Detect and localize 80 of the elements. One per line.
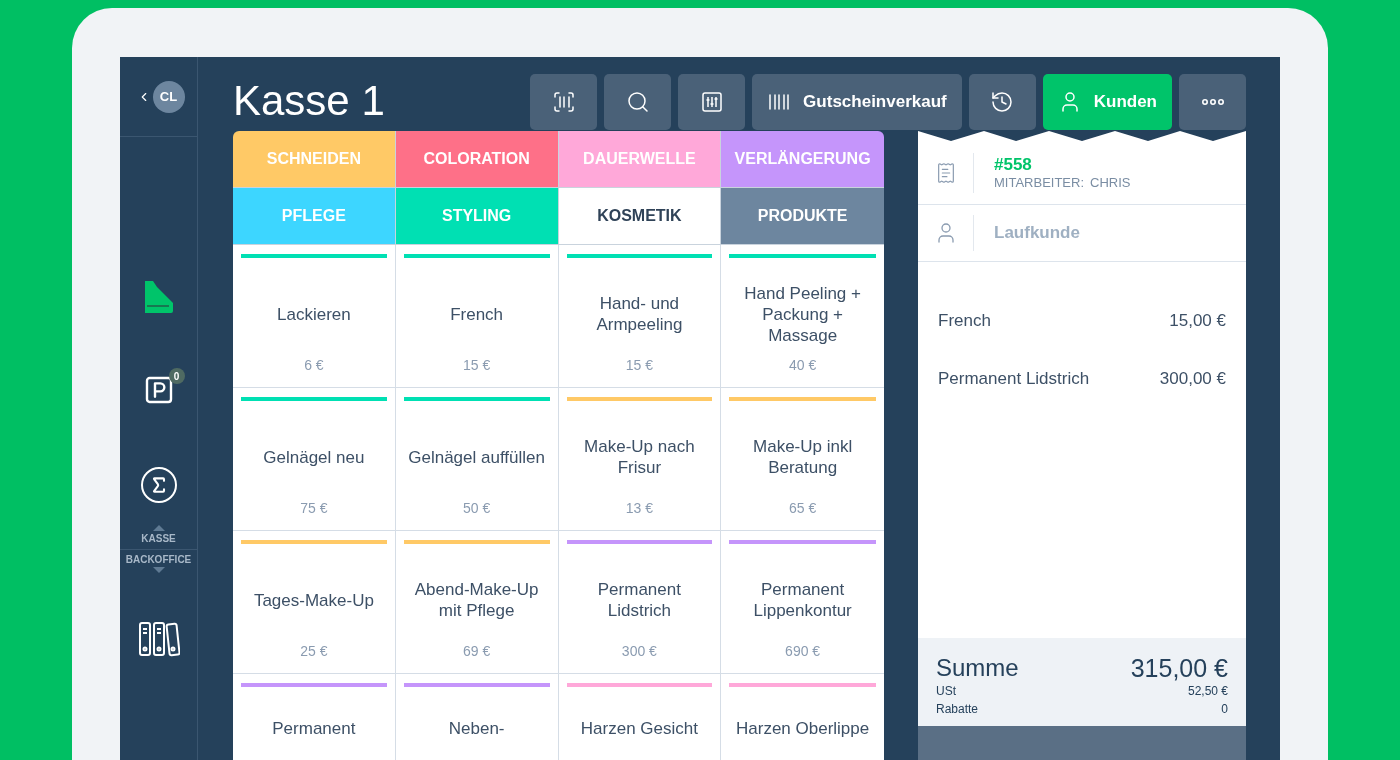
summary-label: USt: [936, 683, 956, 700]
product-name: Make-Up inkl Beratung: [752, 436, 854, 478]
product-price: 69 €: [463, 642, 491, 661]
toolbar-icon-button[interactable]: [604, 74, 672, 130]
product-price: 6 €: [304, 356, 324, 375]
product-tile[interactable]: Gelnägel neu 75 €: [233, 388, 396, 531]
product-tile[interactable]: Abend-Make-Up mit Pflege 69 €: [395, 531, 559, 674]
product-tile[interactable]: Tages-Make-Up 25 €: [233, 531, 396, 674]
product-price: 75 €: [300, 499, 328, 518]
binders-icon[interactable]: [137, 621, 180, 657]
category-tab[interactable]: PRODUKTE: [721, 188, 884, 245]
product-tile[interactable]: Make-Up inkl Beratung 65 €: [721, 388, 884, 531]
product-name: Permanent: [272, 719, 356, 738]
staff-name: CHRIS: [1090, 174, 1131, 191]
product-price: 50 €: [463, 499, 491, 518]
product-name: Hand- und Armpeeling: [595, 293, 684, 335]
history-icon: [990, 90, 1015, 114]
product-tile[interactable]: Gelnägel auffüllen 50 €: [395, 388, 559, 531]
product-name: Harzen Oberlippe: [736, 719, 870, 738]
cash-register-icon[interactable]: [142, 279, 175, 313]
page-title: Kasse 1: [233, 76, 385, 126]
item-amount: 300,00 €: [1159, 368, 1226, 390]
product-price: 300 €: [621, 642, 657, 661]
summary-value: 0: [1221, 701, 1228, 718]
product-price: 690 €: [785, 642, 821, 661]
product-name: Gelnägel auffüllen: [408, 446, 545, 468]
product-price: 65 €: [789, 499, 817, 518]
product-tile[interactable]: French 15 €: [395, 245, 559, 388]
product-tile[interactable]: Hand Peeling + Packung + Massage 40 €: [721, 245, 884, 388]
product-name: Hand Peeling + Packung + Massage: [743, 282, 862, 346]
sigma-icon[interactable]: [140, 467, 177, 503]
product-name: Permanent Lidstrich: [596, 579, 682, 621]
product-price: 15 €: [463, 356, 491, 375]
receipt-line-item[interactable]: French 15,00 €: [938, 310, 1226, 332]
more-icon: [1201, 99, 1224, 105]
product-name: French: [450, 303, 504, 325]
mode-label[interactable]: BACKOFFICE: [125, 553, 192, 567]
product-price: 25 €: [300, 642, 328, 661]
category-tab[interactable]: KOSMETIK: [558, 188, 722, 245]
product-tile[interactable]: Lackieren 6 €: [233, 245, 396, 388]
user-avatar[interactable]: CL: [152, 80, 185, 113]
staff-label: MITARBEITER:: [994, 174, 1085, 191]
product-tile[interactable]: Hand- und Armpeeling 15 €: [558, 245, 722, 388]
item-amount: 15,00 €: [1169, 310, 1226, 332]
toolbar-icon-button[interactable]: [678, 74, 746, 130]
product-name: Tages-Make-Up: [253, 589, 374, 611]
product-name: Make-Up nach Frisur: [583, 436, 696, 478]
product-tile[interactable]: Permanent Lidstrich 300 €: [558, 531, 722, 674]
product-tile[interactable]: Permanent: [233, 674, 396, 760]
product-name: Lackieren: [277, 303, 351, 325]
total-amount: 315,00 €: [1130, 654, 1228, 682]
receipt-number: #558: [994, 154, 1033, 175]
barcode-scan-icon: [551, 90, 576, 114]
sliders-icon: [699, 90, 724, 114]
item-name: French: [938, 310, 991, 332]
product-tile[interactable]: Neben-: [395, 674, 559, 760]
toolbar-icon-button[interactable]: [1179, 74, 1246, 130]
toolbar-button[interactable]: Gutscheinverkauf: [752, 74, 962, 130]
item-name: Permanent Lidstrich: [938, 368, 1090, 390]
product-price: 13 €: [625, 499, 653, 518]
search-icon: [625, 90, 650, 114]
product-name: Harzen Gesicht: [580, 719, 698, 738]
toolbar-icon-button[interactable]: [968, 74, 1036, 130]
count-badge: 0: [168, 368, 185, 384]
product-tile[interactable]: Make-Up nach Frisur 13 €: [558, 388, 722, 531]
receipt-line-item[interactable]: Permanent Lidstrich 300,00 €: [938, 368, 1226, 390]
toolbar-icon-button[interactable]: [530, 74, 598, 130]
product-tile[interactable]: Permanent Lippenkontur 690 €: [721, 531, 884, 674]
product-tile[interactable]: Harzen Oberlippe: [721, 674, 884, 760]
product-price: 15 €: [625, 356, 653, 375]
product-name: Permanent Lippenkontur: [752, 579, 853, 621]
total-label: Summe: [936, 654, 1019, 682]
product-name: Gelnägel neu: [263, 446, 365, 468]
product-name: Neben-: [448, 719, 505, 738]
product-tile[interactable]: Harzen Gesicht: [558, 674, 722, 760]
product-name: Abend-Make-Up mit Pflege: [413, 579, 540, 621]
product-price: 40 €: [789, 356, 817, 375]
mode-label[interactable]: KASSE: [141, 532, 176, 546]
summary-label: Rabatte: [936, 701, 979, 718]
summary-value: 52,50 €: [1187, 683, 1228, 700]
